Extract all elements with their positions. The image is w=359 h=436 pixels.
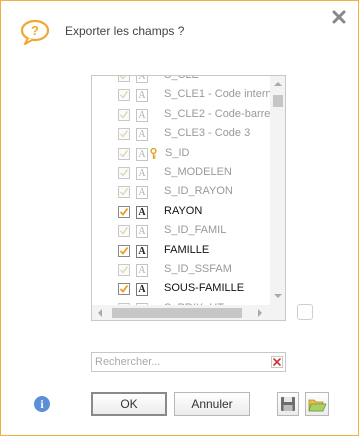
field-row[interactable]: A S_CLE2 - Code-barre [92,106,270,125]
text-type-icon: A [136,225,148,239]
scroll-left-arrow[interactable] [98,309,102,317]
horizontal-scrollbar[interactable] [92,305,285,320]
field-label: S_CLE3 - Code 3 [164,127,251,140]
export-fields-dialog: ? Exporter les champs ? A S_CLE A S_CLE1 - … [0,0,359,436]
text-type-icon: A [136,264,148,277]
field-checkbox[interactable] [118,147,130,160]
text-type-icon: A [136,186,148,200]
fields-list[interactable]: A S_CLE A S_CLE1 - Code intern A S_CLE2 - Cod… [91,75,286,321]
text-type-icon: A [136,205,148,219]
field-label: S_CLE [164,75,199,81]
field-checkbox[interactable] [118,76,130,82]
text-type-icon: A [136,147,148,161]
svg-text:?: ? [31,23,39,38]
ok-button[interactable]: OK [91,392,167,416]
field-checkbox[interactable] [118,264,130,276]
field-row[interactable]: A RAYON [92,203,270,222]
text-type-icon: A [136,76,148,83]
field-row[interactable]: A S_ID_FAMIL [92,222,270,241]
field-row[interactable]: A S_MODELEN [92,164,270,183]
scroll-down-arrow[interactable] [274,294,282,298]
field-row[interactable]: A FAMILLE [92,242,270,261]
field-label: SOUS-FAMILLE [164,282,245,295]
field-checkbox[interactable] [118,167,130,179]
field-checkbox[interactable] [118,186,130,199]
question-icon: ? [20,19,50,45]
vertical-scroll-thumb[interactable] [273,95,283,107]
clear-search-icon[interactable] [271,356,283,368]
text-type-icon: A [136,167,148,180]
save-icon[interactable] [277,392,299,416]
field-label: S_ID_FAMIL [164,224,227,237]
field-checkbox[interactable] [118,108,130,121]
field-label: FAMILLE [164,243,210,256]
key-icon [150,147,157,160]
text-type-icon: A [136,128,148,142]
text-type-icon: A [136,108,148,122]
text-type-icon: A [136,283,148,297]
select-all-checkbox[interactable] [297,304,313,320]
field-label: S_MODELEN [164,166,232,178]
text-type-icon: A [136,89,148,103]
field-checkbox[interactable] [118,225,130,238]
search-box[interactable] [91,352,286,372]
field-row[interactable]: A S_ID [92,145,270,164]
field-label: S_CLE1 - Code intern [164,88,272,101]
text-type-icon: A [136,244,148,258]
search-input[interactable] [92,353,270,371]
field-checkbox[interactable] [118,128,130,141]
field-label: RAYON [164,204,203,217]
vertical-scrollbar[interactable] [270,76,285,305]
field-label: S_ID_RAYON [164,185,233,198]
field-row[interactable]: A S_CLE [92,75,270,86]
field-label: S_ID_SSFAM [164,263,232,275]
horizontal-scroll-thumb[interactable] [112,308,242,318]
field-checkbox[interactable] [118,205,130,218]
field-row[interactable]: A S_ID_RAYON [92,183,270,202]
field-checkbox[interactable] [118,283,130,296]
field-row[interactable]: A S_CLE1 - Code intern [92,86,272,105]
field-checkbox[interactable] [118,244,130,257]
dialog-title: Exporter les champs ? [65,24,185,38]
field-row[interactable]: A S_CLE3 - Code 3 [92,125,270,144]
field-label: S_CLE2 - Code-barre [164,107,271,120]
field-checkbox[interactable] [118,89,130,102]
close-icon[interactable] [332,10,346,24]
scroll-up-arrow[interactable] [274,82,282,86]
open-folder-icon[interactable] [305,392,329,416]
field-row[interactable]: A SOUS-FAMILLE [92,280,270,299]
field-row[interactable]: A S_ID_SSFAM [92,261,270,280]
cancel-button[interactable]: Annuler [174,392,250,416]
info-icon[interactable]: i [34,396,50,412]
field-label: S_ID [165,146,190,159]
scroll-right-arrow[interactable] [258,309,262,317]
